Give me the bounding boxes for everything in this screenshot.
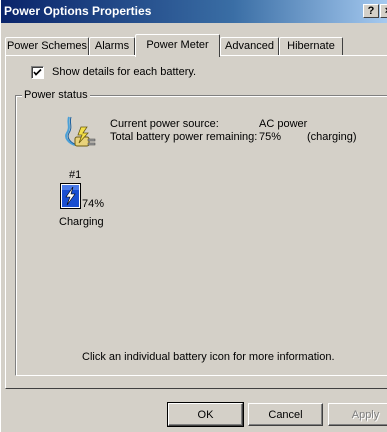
close-button[interactable]: ×	[380, 4, 387, 18]
power-meter-panel	[5, 55, 387, 389]
apply-button[interactable]: Apply	[328, 403, 387, 426]
window-title: Power Options Properties	[4, 4, 152, 18]
tab-alarms[interactable]: Alarms	[89, 37, 135, 56]
tab-power-meter[interactable]: Power Meter	[135, 34, 220, 57]
power-options-window: Power Options Properties ? × Power Schem…	[0, 0, 387, 432]
help-button[interactable]: ?	[363, 4, 379, 18]
ok-button[interactable]: OK	[167, 402, 244, 427]
tab-power-schemes[interactable]: Power Schemes	[5, 37, 89, 56]
title-bar[interactable]: Power Options Properties ? ×	[1, 0, 387, 23]
tab-advanced[interactable]: Advanced	[220, 37, 279, 56]
tab-hibernate[interactable]: Hibernate	[279, 37, 343, 56]
cancel-button[interactable]: Cancel	[248, 403, 323, 426]
